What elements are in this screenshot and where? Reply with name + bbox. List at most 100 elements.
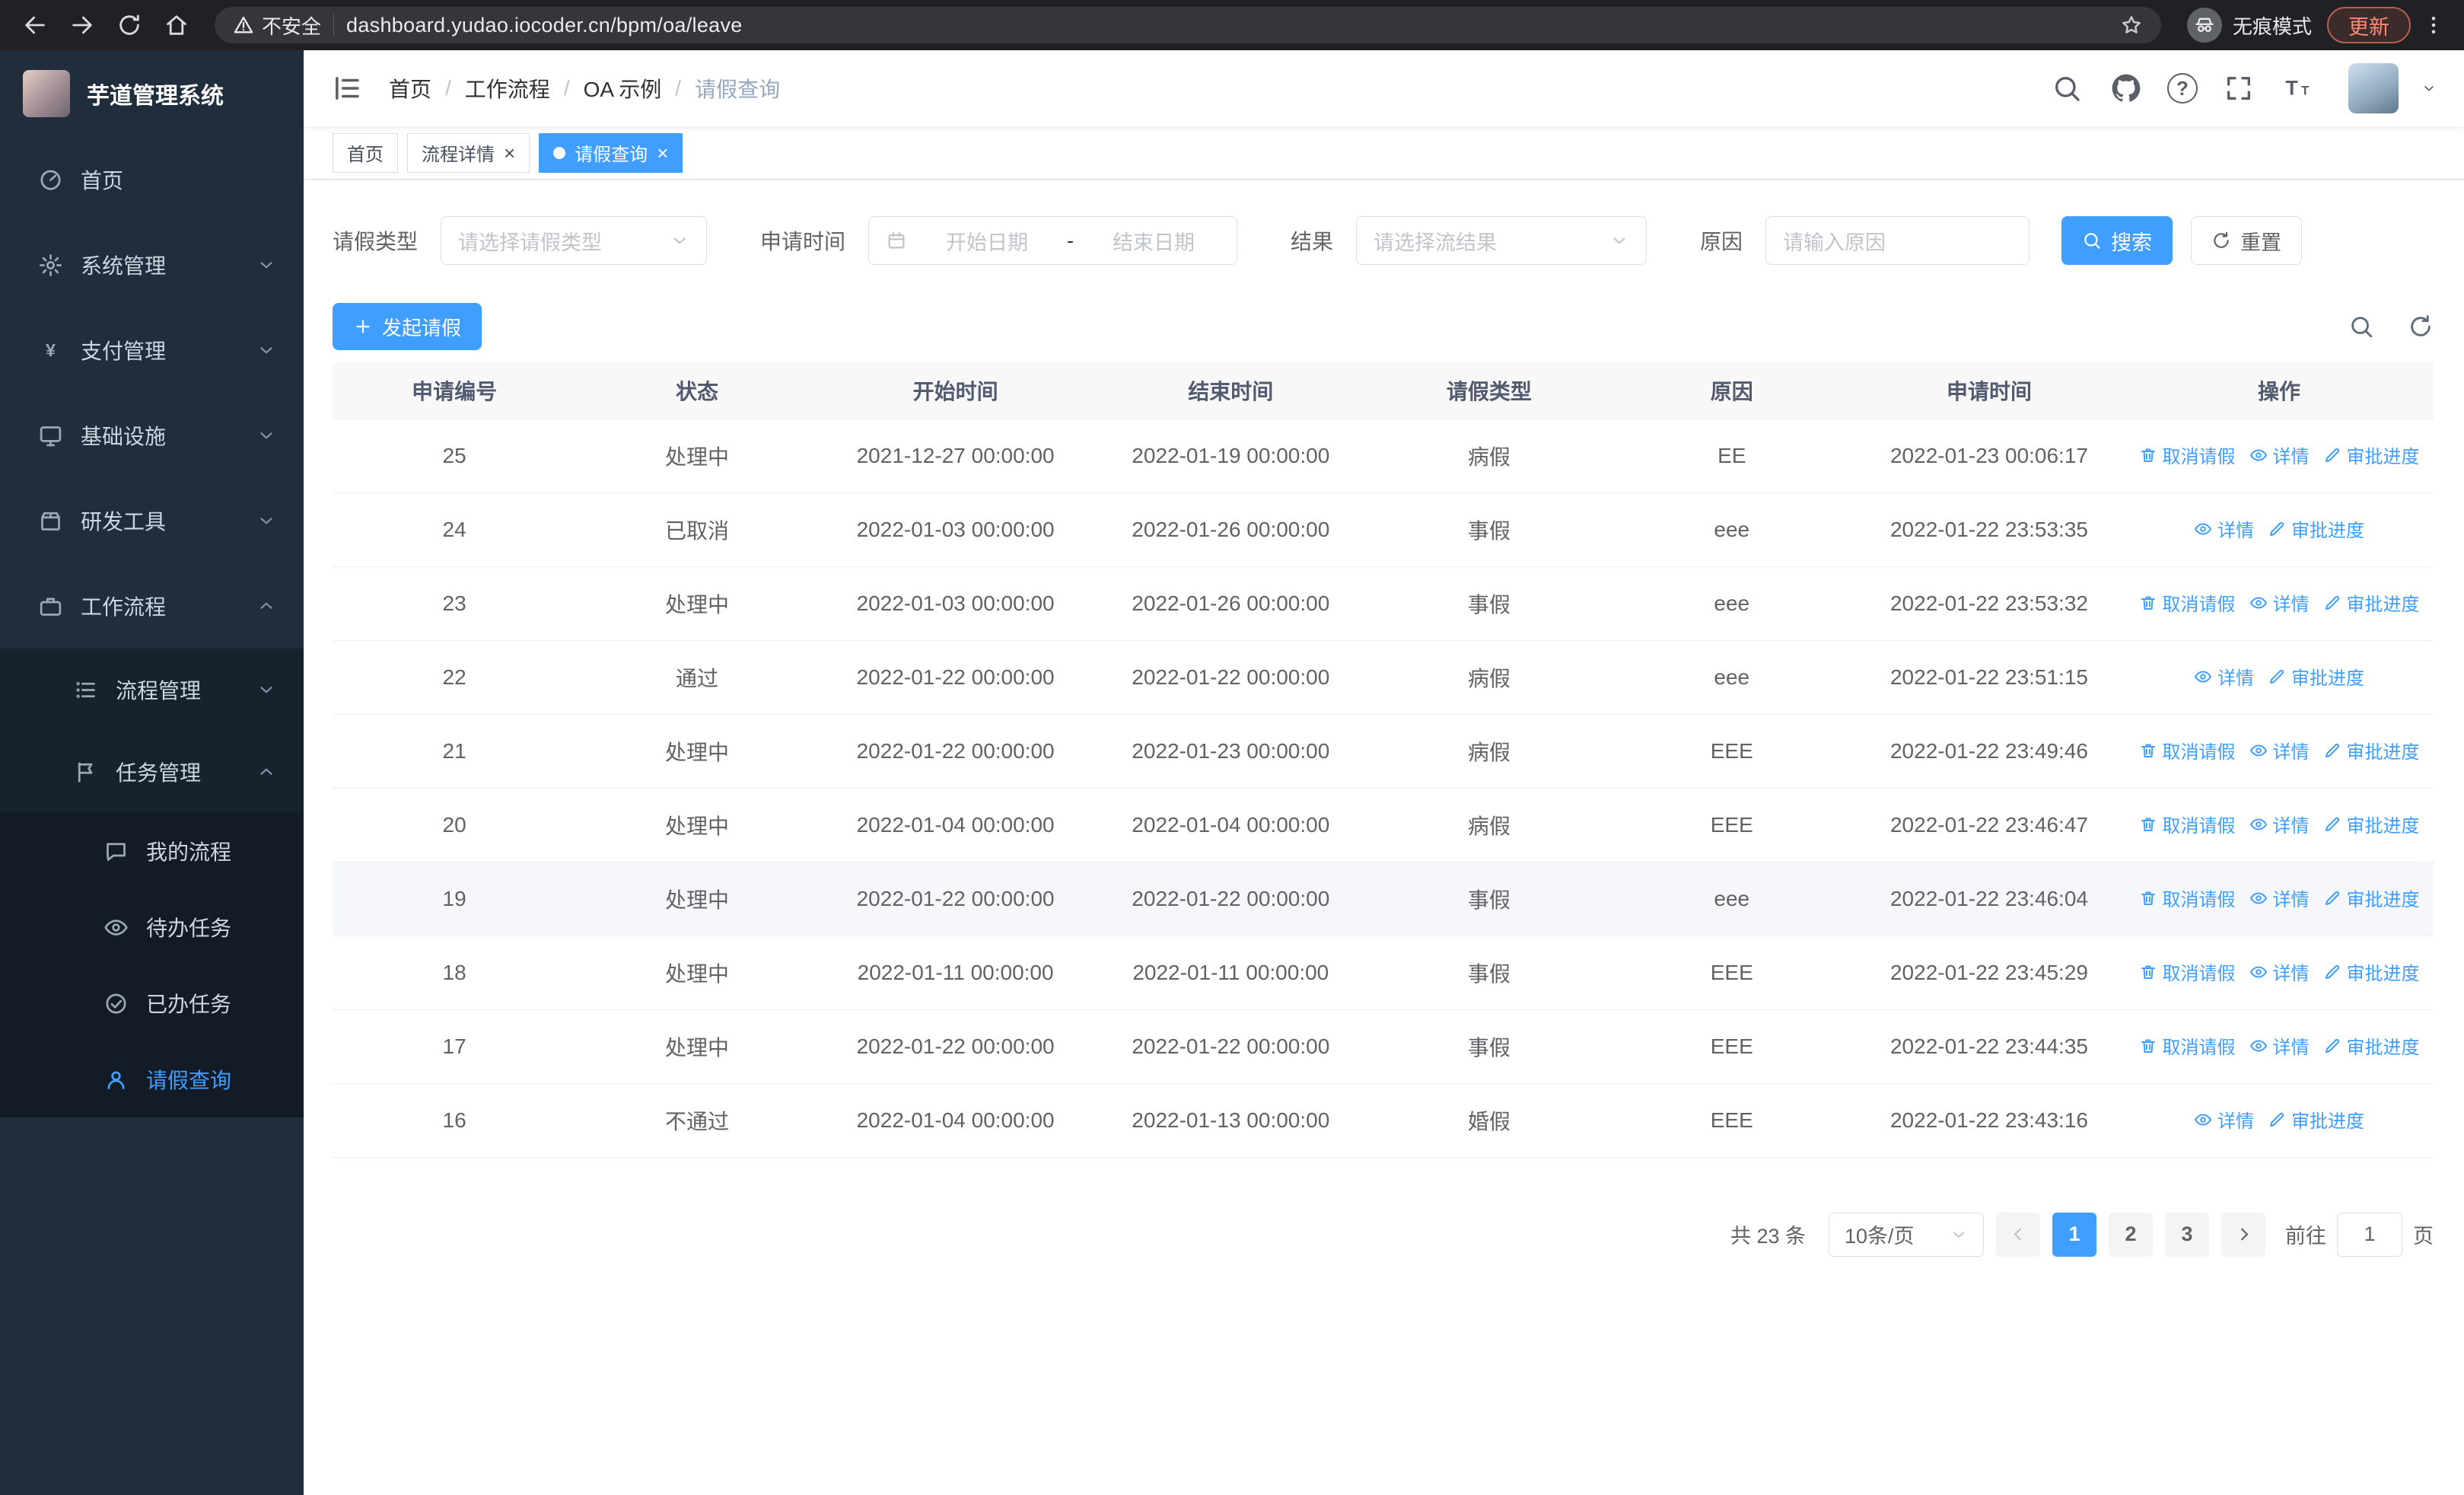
- sidebar-logo[interactable]: 芋道管理系统: [0, 50, 304, 137]
- create-leave-button[interactable]: 发起请假: [333, 303, 482, 350]
- eye-icon: [2194, 520, 2212, 538]
- table-refresh-icon[interactable]: [2408, 314, 2434, 339]
- sidebar-item[interactable]: 任务管理: [0, 731, 304, 813]
- action-detail-link[interactable]: 详情: [2194, 515, 2254, 542]
- action-progress-link[interactable]: 审批进度: [2323, 589, 2420, 616]
- column-header: 操作: [2125, 362, 2434, 419]
- sidebar-item[interactable]: 已办任务: [0, 965, 304, 1041]
- action-progress-link[interactable]: 审批进度: [2323, 885, 2420, 911]
- browser-update-button[interactable]: 更新: [2327, 7, 2411, 43]
- avatar-caret-icon[interactable]: [2421, 81, 2437, 96]
- reason-input[interactable]: 请输入原因: [1765, 216, 2030, 265]
- action-cancel-link[interactable]: 取消请假: [2139, 811, 2236, 837]
- column-header: 申请时间: [1853, 362, 2125, 419]
- action-detail-link[interactable]: 详情: [2249, 737, 2310, 763]
- page-number-2[interactable]: 2: [2109, 1212, 2153, 1257]
- tab-item[interactable]: 流程详情 ×: [407, 132, 530, 173]
- reload-icon[interactable]: [110, 5, 149, 45]
- cell-status: 处理中: [576, 862, 818, 936]
- breadcrumb-item[interactable]: OA 示例: [584, 73, 662, 104]
- action-detail-link[interactable]: 详情: [2249, 811, 2310, 837]
- font-size-icon[interactable]: TT: [2280, 70, 2316, 107]
- result-select[interactable]: 请选择流结果: [1356, 216, 1647, 265]
- action-cancel-link[interactable]: 取消请假: [2139, 885, 2236, 911]
- date-range-picker[interactable]: 开始日期 - 结束日期: [868, 216, 1238, 265]
- cell-apply-time: 2022-01-22 23:49:46: [1853, 714, 2125, 789]
- cell-reason: EEE: [1609, 1083, 1854, 1158]
- help-icon[interactable]: ?: [2167, 73, 2198, 104]
- action-progress-link[interactable]: 审批进度: [2323, 737, 2420, 763]
- action-cancel-link[interactable]: 取消请假: [2139, 441, 2236, 468]
- action-progress-link[interactable]: 审批进度: [2323, 811, 2420, 837]
- next-page-button[interactable]: [2221, 1212, 2265, 1257]
- breadcrumb-item[interactable]: 首页: [389, 73, 431, 104]
- page-number-3[interactable]: 3: [2165, 1212, 2209, 1257]
- action-cancel-link[interactable]: 取消请假: [2139, 1032, 2236, 1059]
- table-row: 21 处理中 2022-01-22 00:00:00 2022-01-23 00:00…: [333, 714, 2434, 789]
- action-cancel-link[interactable]: 取消请假: [2139, 958, 2236, 985]
- cell-leave-type: 事假: [1368, 566, 1610, 641]
- reset-button[interactable]: 重置: [2191, 216, 2303, 265]
- action-detail-link[interactable]: 详情: [2249, 885, 2310, 911]
- action-detail-link[interactable]: 详情: [2249, 1032, 2310, 1059]
- fullscreen-icon[interactable]: [2220, 70, 2257, 107]
- action-cancel-link[interactable]: 取消请假: [2139, 589, 2236, 616]
- bookmark-star-icon[interactable]: [2120, 14, 2143, 37]
- action-progress-link[interactable]: 审批进度: [2323, 1032, 2420, 1059]
- sidebar-item[interactable]: 待办任务: [0, 889, 304, 965]
- action-progress-link[interactable]: 审批进度: [2323, 958, 2420, 985]
- action-progress-link[interactable]: 审批进度: [2323, 441, 2420, 468]
- page-size-select[interactable]: 10条/页: [1829, 1212, 1984, 1257]
- action-detail-link[interactable]: 详情: [2194, 663, 2254, 690]
- page-number-1[interactable]: 1: [2052, 1212, 2096, 1257]
- close-icon[interactable]: ×: [657, 143, 668, 163]
- trash-icon: [2139, 1037, 2157, 1055]
- table-search-toggle-icon[interactable]: [2348, 314, 2374, 339]
- address-bar[interactable]: 不安全 dashboard.yudao.iocoder.cn/bpm/oa/le…: [215, 7, 2161, 43]
- sidebar-item[interactable]: 流程管理: [0, 649, 304, 731]
- breadcrumb-item[interactable]: 工作流程: [465, 73, 550, 104]
- eye-icon: [2249, 1037, 2268, 1055]
- action-detail-link[interactable]: 详情: [2194, 1106, 2254, 1133]
- sidebar-item[interactable]: 研发工具: [0, 478, 304, 563]
- leave-type-select[interactable]: 请选择请假类型: [441, 216, 708, 265]
- sidebar-item[interactable]: 我的流程: [0, 813, 304, 889]
- sidebar-item[interactable]: ¥ 支付管理: [0, 308, 304, 393]
- action-detail-link[interactable]: 详情: [2249, 958, 2310, 985]
- search-button[interactable]: 搜索: [2061, 216, 2173, 265]
- chevron-up-icon: [256, 762, 276, 782]
- back-icon[interactable]: [15, 5, 55, 45]
- table-toolbar: 发起请假: [333, 303, 2434, 350]
- browser-menu-icon[interactable]: [2418, 14, 2449, 37]
- top-navbar: 首页 / 工作流程 / OA 示例 / 请假查询 ? TT: [304, 50, 2464, 126]
- home-icon[interactable]: [157, 5, 196, 45]
- sidebar-item[interactable]: 首页: [0, 137, 304, 222]
- done-icon: [100, 991, 131, 1016]
- url-text: dashboard.yudao.iocoder.cn/bpm/oa/leave: [346, 13, 743, 37]
- action-detail-link[interactable]: 详情: [2249, 589, 2310, 616]
- action-detail-link[interactable]: 详情: [2249, 441, 2310, 468]
- sidebar-item[interactable]: 工作流程: [0, 563, 304, 649]
- cell-id: 21: [333, 714, 577, 789]
- address-separator: [333, 14, 335, 36]
- action-progress-link[interactable]: 审批进度: [2268, 1106, 2364, 1133]
- action-progress-link[interactable]: 审批进度: [2268, 663, 2364, 690]
- user-avatar[interactable]: [2348, 63, 2399, 113]
- sidebar-item[interactable]: 基础设施: [0, 393, 304, 478]
- tab-item[interactable]: 首页: [333, 132, 398, 173]
- prev-page-button[interactable]: [1996, 1212, 2040, 1257]
- goto-page-input[interactable]: [2337, 1212, 2402, 1257]
- sidebar-collapse-icon[interactable]: [331, 72, 363, 104]
- security-label: 不安全: [262, 14, 322, 38]
- sidebar-item[interactable]: 系统管理: [0, 222, 304, 308]
- close-icon[interactable]: ×: [504, 143, 515, 163]
- search-icon[interactable]: [2049, 70, 2085, 107]
- site-security[interactable]: 不安全: [233, 11, 321, 40]
- tab-active[interactable]: 请假查询 ×: [539, 132, 683, 173]
- github-icon[interactable]: [2108, 70, 2144, 107]
- cell-id: 24: [333, 492, 577, 567]
- forward-icon[interactable]: [62, 5, 102, 45]
- action-cancel-link[interactable]: 取消请假: [2139, 737, 2236, 763]
- sidebar-item[interactable]: 请假查询: [0, 1041, 304, 1117]
- action-progress-link[interactable]: 审批进度: [2268, 515, 2364, 542]
